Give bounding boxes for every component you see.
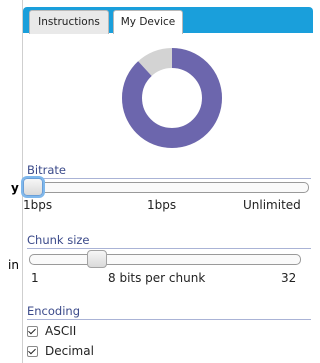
chunk-size-slider-handle[interactable] [86,250,107,268]
decimal-checkbox[interactable] [27,345,38,357]
background-page: y in [0,0,22,363]
ring-arc [122,48,222,148]
bitrate-current-value: 1bps [147,198,177,212]
tab-instructions[interactable]: Instructions [29,10,109,34]
ascii-checkbox-label: ASCII [45,324,77,338]
encoding-option-ascii[interactable]: ASCII [27,323,76,339]
bitrate-slider[interactable] [23,182,309,193]
ascii-checkbox[interactable] [27,325,38,337]
bitrate-label: Bitrate [27,163,311,179]
decimal-checkbox-label: Decimal [45,344,94,358]
bitrate-max-label: Unlimited [243,198,301,212]
chunk-size-min-label: 1 [31,271,39,285]
chunk-size-max-label: 32 [281,271,297,285]
tab-my-device[interactable]: My Device [113,10,183,34]
device-panel: Instructions My Device Bitrate 1bps 1bps… [22,0,319,363]
chunk-size-slider[interactable] [29,254,301,265]
background-text-fragment: y [11,181,19,195]
device-progress-ring [122,48,222,148]
bitrate-slider-handle[interactable] [23,178,43,196]
chunk-size-current-value: 8 bits per chunk [108,271,206,285]
encoding-option-decimal[interactable]: Decimal [27,343,94,359]
tab-bar: Instructions My Device [23,7,313,34]
background-text-fragment: in [8,258,19,272]
bitrate-min-label: 1bps [23,198,53,212]
chunk-size-label: Chunk size [27,233,311,249]
encoding-label: Encoding [27,304,311,320]
